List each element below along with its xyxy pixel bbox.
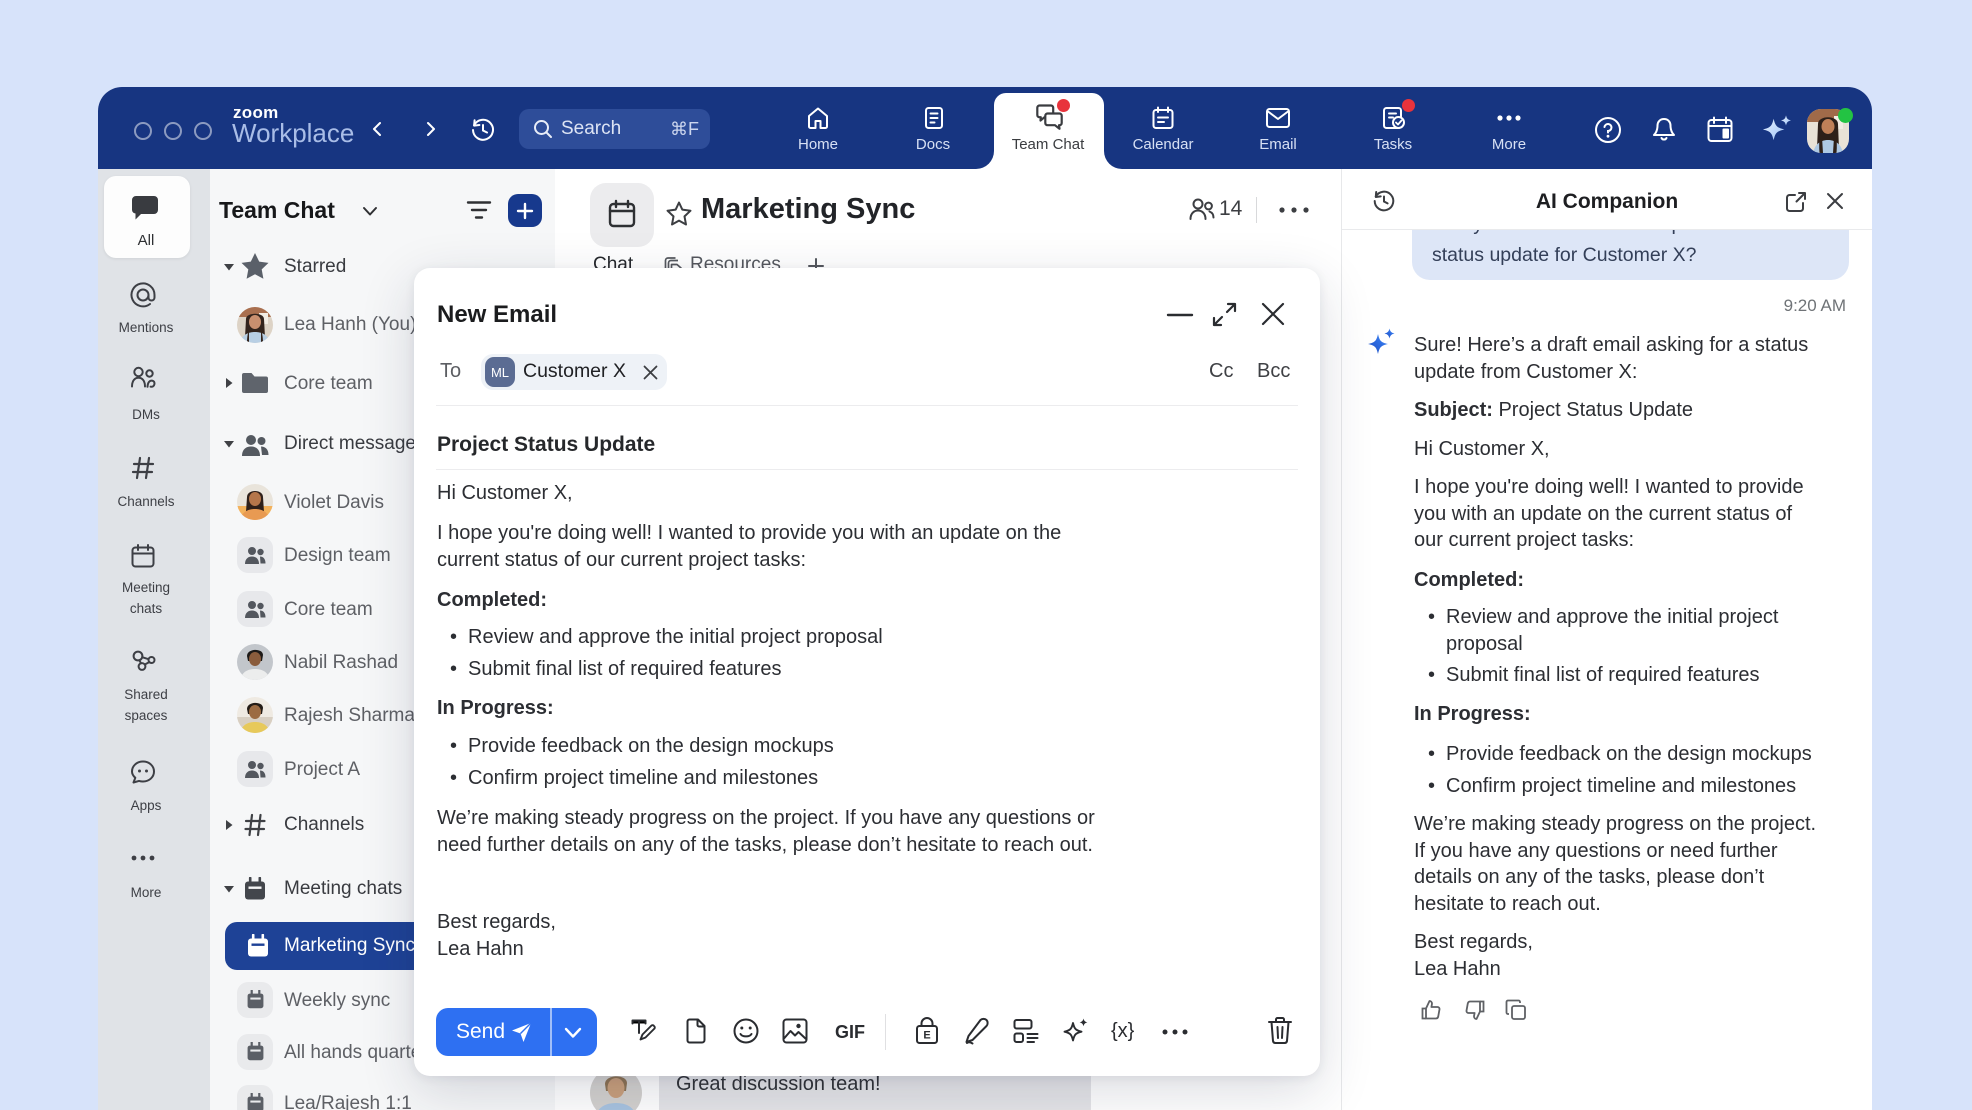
svg-text:E: E: [923, 1030, 930, 1042]
